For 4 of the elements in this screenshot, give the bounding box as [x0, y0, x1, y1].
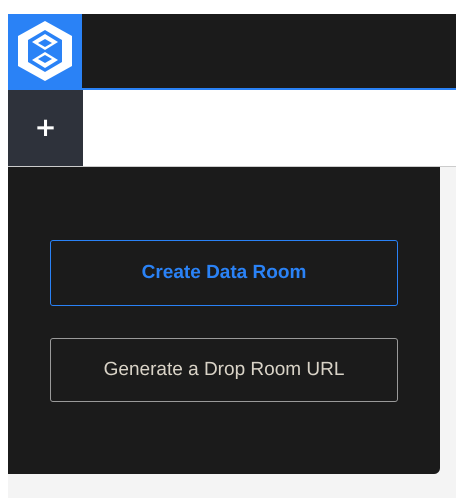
create-button[interactable]: Create Data Room: [50, 240, 398, 306]
logo-icon[interactable]: [8, 14, 82, 88]
add-button[interactable]: +: [8, 90, 83, 166]
generate-button[interactable]: Generate a Drop Room URL: [50, 338, 398, 402]
